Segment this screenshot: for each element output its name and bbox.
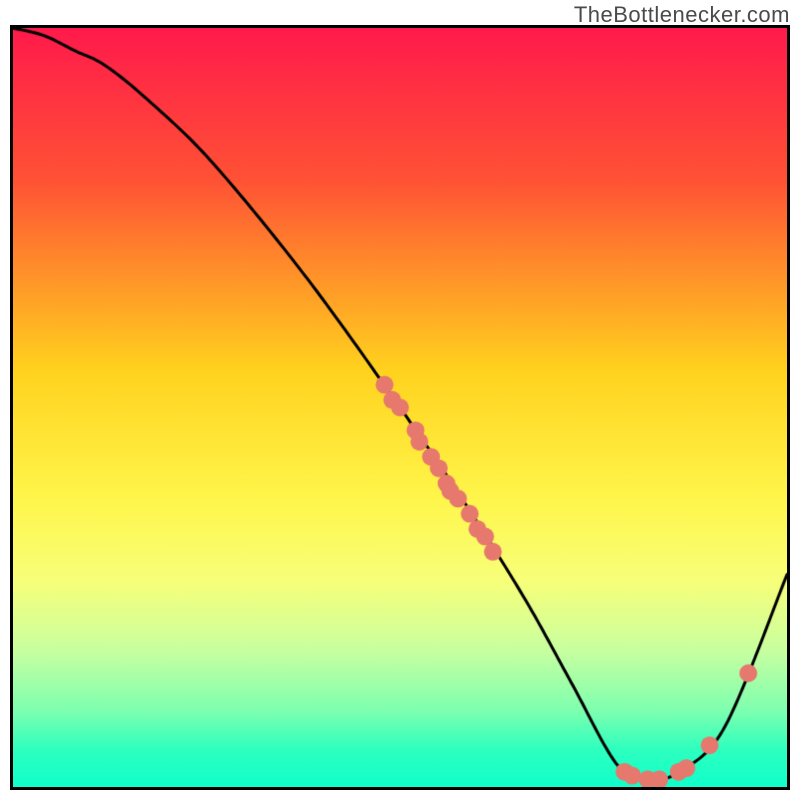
plot-frame — [10, 25, 790, 790]
bottleneck-curve-chart — [13, 28, 787, 787]
chart-root: TheBottlenecker.com — [0, 0, 800, 800]
watermark-text: TheBottlenecker.com — [574, 2, 790, 28]
